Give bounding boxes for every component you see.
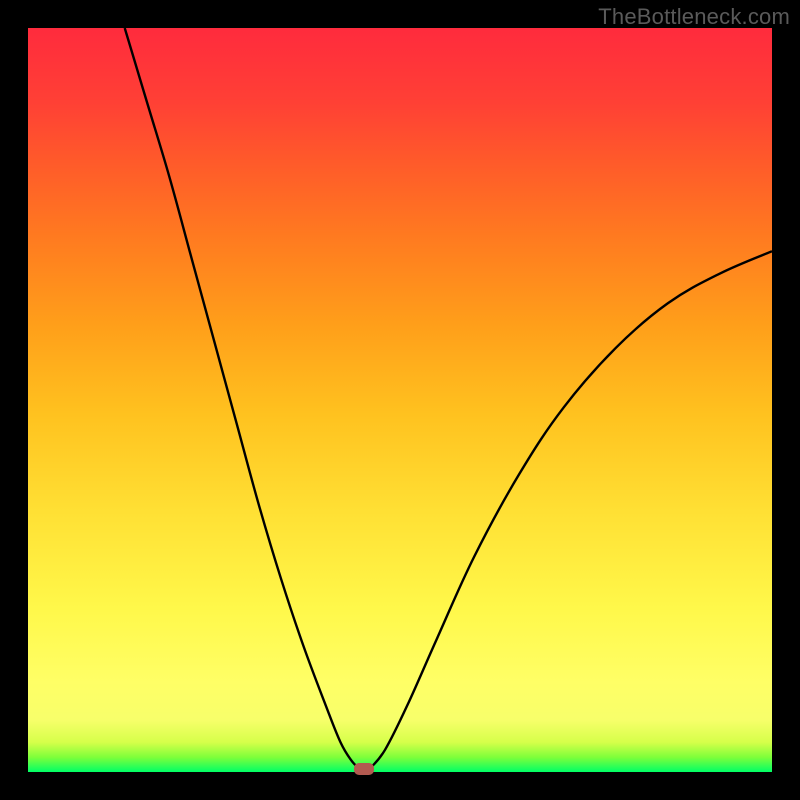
watermark-text: TheBottleneck.com	[598, 4, 790, 30]
curve-right-branch	[370, 251, 772, 768]
bottleneck-curve	[28, 28, 772, 772]
curve-left-branch	[125, 28, 359, 768]
optimal-marker	[354, 763, 374, 775]
chart-frame: TheBottleneck.com	[0, 0, 800, 800]
plot-area	[28, 28, 772, 772]
